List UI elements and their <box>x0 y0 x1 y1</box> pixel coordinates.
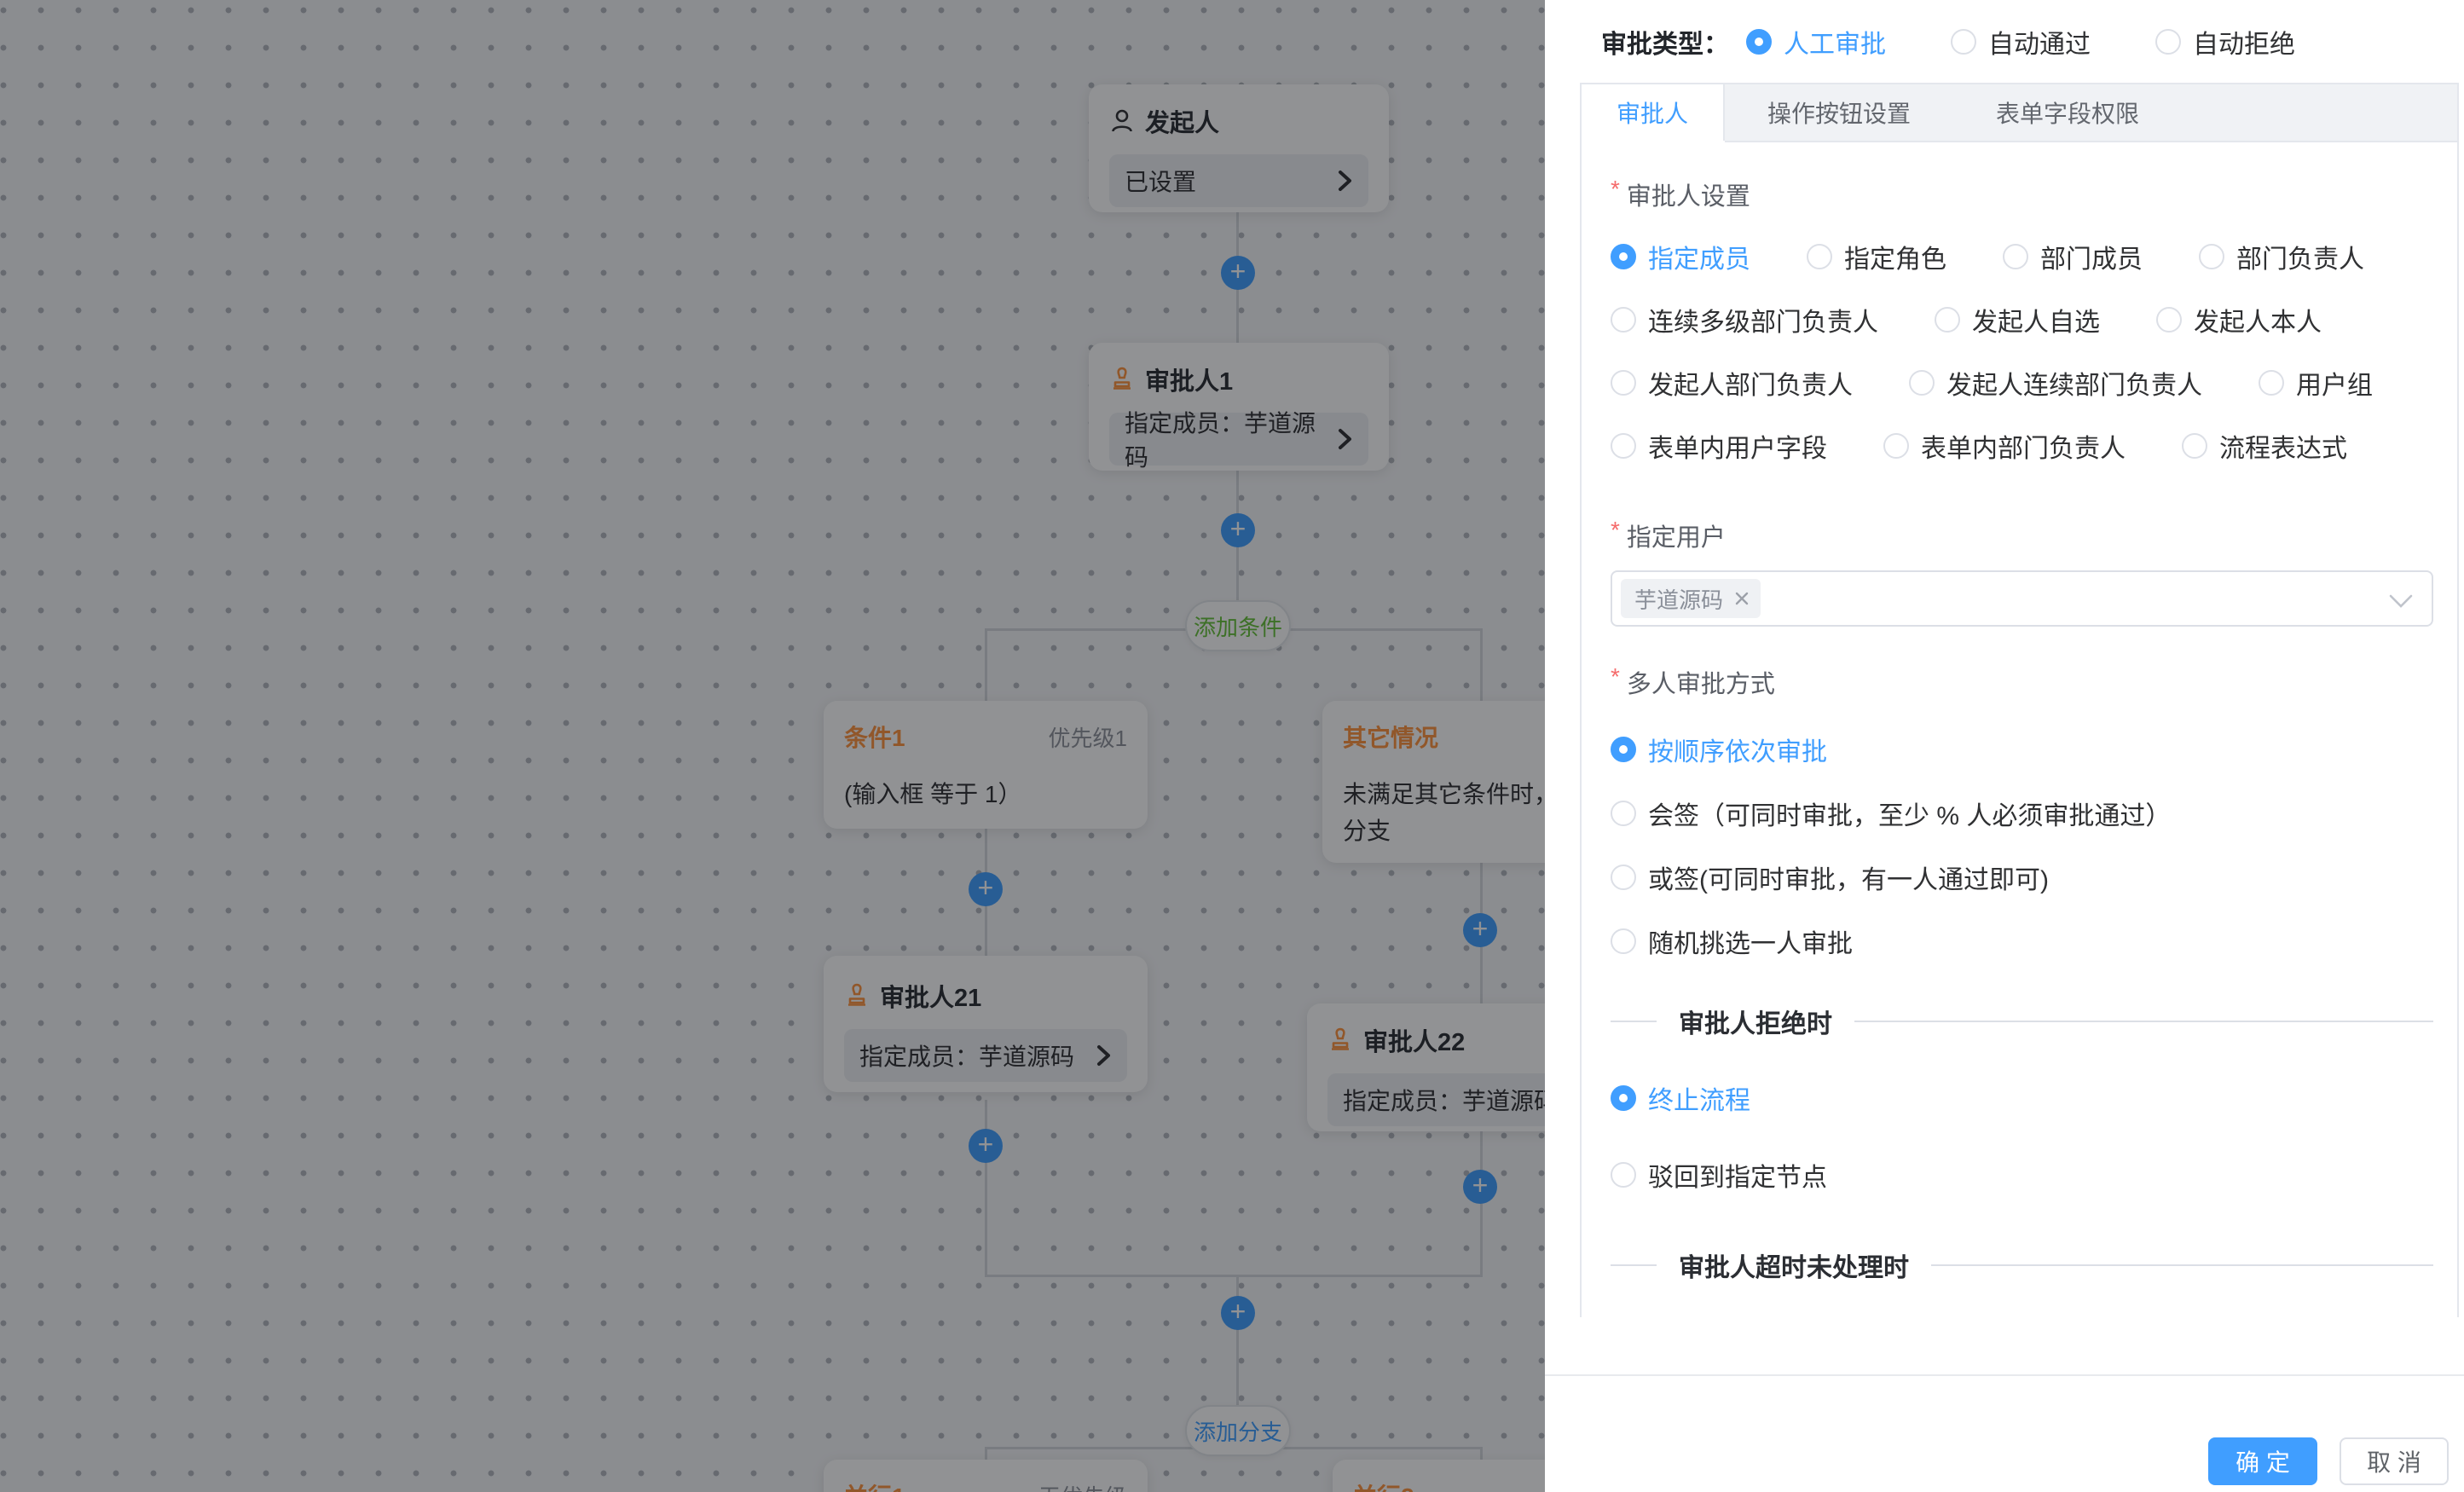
option-random-one[interactable]: 随机挑选一人审批 <box>1611 922 2433 960</box>
radio-icon[interactable] <box>1611 928 1636 954</box>
radio-icon[interactable] <box>1951 29 1976 55</box>
selected-user-tag: 芋道源码 <box>1621 579 1761 618</box>
option-dept-member[interactable]: 部门成员 <box>2003 238 2143 275</box>
radio-icon[interactable] <box>1807 244 1832 269</box>
option-dept-leader[interactable]: 部门负责人 <box>2199 238 2364 275</box>
option-countersign[interactable]: 会签（可同时审批，至少 % 人必须审批通过） <box>1611 795 2433 832</box>
option-form-user-field[interactable]: 表单内用户字段 <box>1611 427 1827 465</box>
option-initiator-multi-dept-leader[interactable]: 发起人连续部门负责人 <box>1909 364 2202 402</box>
approval-type-row: 审批类型： 人工审批 自动通过 自动拒绝 <box>1545 0 2464 83</box>
reject-section-divider: 审批人拒绝时 <box>1611 1003 2433 1040</box>
modal-dim-overlay[interactable] <box>0 0 1545 1492</box>
assigned-user-label: * 指定用户 <box>1611 518 2433 553</box>
approver-setup-row3: 发起人部门负责人 发起人连续部门负责人 用户组 <box>1611 364 2433 402</box>
approver-setup-row1: 指定成员 指定角色 部门成员 部门负责人 <box>1611 238 2433 275</box>
approver-setup-row4: 表单内用户字段 表单内部门负责人 流程表达式 <box>1611 427 2433 465</box>
option-return-to-node[interactable]: 驳回到指定节点 <box>1611 1156 2433 1194</box>
radio-icon[interactable] <box>2003 244 2028 269</box>
option-process-expression[interactable]: 流程表达式 <box>2182 427 2347 465</box>
tab-approver[interactable]: 审批人 <box>1582 84 1725 141</box>
config-tab-pane: 审批人 操作按钮设置 表单字段权限 * 审批人设置 指定成员 <box>1580 83 2459 1317</box>
radio-icon[interactable] <box>2155 29 2181 55</box>
option-multi-level-dept-leader[interactable]: 连续多级部门负责人 <box>1611 301 1878 338</box>
radio-icon[interactable] <box>2199 244 2224 269</box>
required-asterisk: * <box>1611 176 1620 203</box>
option-orsign[interactable]: 或签(可同时审批，有一人通过即可) <box>1611 859 2433 896</box>
radio-selected-icon[interactable] <box>1611 1085 1636 1111</box>
required-asterisk: * <box>1611 1316 1620 1317</box>
required-asterisk: * <box>1611 518 1620 544</box>
radio-icon[interactable] <box>1909 370 1935 396</box>
selected-user-tag-text: 芋道源码 <box>1634 583 1723 615</box>
timeout-section-title: 审批人超时未处理时 <box>1679 1246 1909 1284</box>
cancel-button[interactable]: 取 消 <box>2340 1437 2449 1485</box>
radio-icon[interactable] <box>1611 801 1636 826</box>
option-form-dept-leader[interactable]: 表单内部门负责人 <box>1883 427 2126 465</box>
radio-selected-icon[interactable] <box>1746 29 1772 55</box>
tab-content-approver[interactable]: * 审批人设置 指定成员 指定角色 部门成员 <box>1582 142 2457 1317</box>
option-assign-role[interactable]: 指定角色 <box>1807 238 1946 275</box>
tab-form-field-permission[interactable]: 表单字段权限 <box>1953 84 2182 141</box>
radio-selected-icon[interactable] <box>1611 244 1636 269</box>
approver-config-drawer: 审批类型： 人工审批 自动通过 自动拒绝 审批人 操作按钮设置 表单字段权限 <box>1545 0 2464 1492</box>
radio-icon[interactable] <box>1611 865 1636 890</box>
option-sequential-approve[interactable]: 按顺序依次审批 <box>1611 731 2433 768</box>
required-asterisk: * <box>1611 664 1620 691</box>
option-assign-member[interactable]: 指定成员 <box>1611 238 1750 275</box>
radio-icon[interactable] <box>1611 370 1636 396</box>
option-initiator-self[interactable]: 发起人本人 <box>2156 301 2322 338</box>
timeout-section-divider: 审批人超时未处理时 <box>1611 1246 2433 1284</box>
option-initiator-dept-leader[interactable]: 发起人部门负责人 <box>1611 364 1853 402</box>
tag-close-icon[interactable] <box>1733 590 1750 607</box>
confirm-button[interactable]: 确 定 <box>2208 1437 2317 1485</box>
radio-icon[interactable] <box>2156 307 2182 333</box>
radio-selected-icon[interactable] <box>1611 737 1636 762</box>
reject-section-title: 审批人拒绝时 <box>1679 1003 1832 1040</box>
approval-type-option-auto-reject[interactable]: 自动拒绝 <box>2155 23 2295 61</box>
radio-icon[interactable] <box>1611 307 1636 333</box>
approver-setup-label: * 审批人设置 <box>1611 176 2433 212</box>
chevron-down-icon <box>2389 594 2413 608</box>
approval-type-option-manual[interactable]: 人工审批 <box>1746 23 1886 61</box>
radio-icon[interactable] <box>2182 433 2207 459</box>
approval-type-label: 审批类型： <box>1601 23 1729 61</box>
option-initiator-choose[interactable]: 发起人自选 <box>1935 301 2100 338</box>
radio-icon[interactable] <box>1935 307 1960 333</box>
radio-icon[interactable] <box>2259 370 2284 396</box>
radio-icon[interactable] <box>1883 433 1909 459</box>
approval-type-option-auto-pass[interactable]: 自动通过 <box>1951 23 2091 61</box>
assigned-user-select[interactable]: 芋道源码 <box>1611 570 2433 627</box>
workflow-designer: + + + + + + + 发起人 已设置 <box>0 0 2464 1492</box>
tab-button-settings[interactable]: 操作按钮设置 <box>1725 84 1953 141</box>
approver-setup-row2: 连续多级部门负责人 发起人自选 发起人本人 <box>1611 301 2433 338</box>
option-terminate-process[interactable]: 终止流程 <box>1611 1079 2433 1117</box>
radio-icon[interactable] <box>1611 433 1636 459</box>
option-user-group[interactable]: 用户组 <box>2259 364 2373 402</box>
config-tabs: 审批人 操作按钮设置 表单字段权限 <box>1582 83 2457 142</box>
enable-switch-label: * 启用开关 <box>1611 1316 2433 1317</box>
multi-approve-label: * 多人审批方式 <box>1611 664 2433 700</box>
drawer-footer: 确 定 取 消 <box>1545 1374 2464 1492</box>
radio-icon[interactable] <box>1611 1162 1636 1188</box>
